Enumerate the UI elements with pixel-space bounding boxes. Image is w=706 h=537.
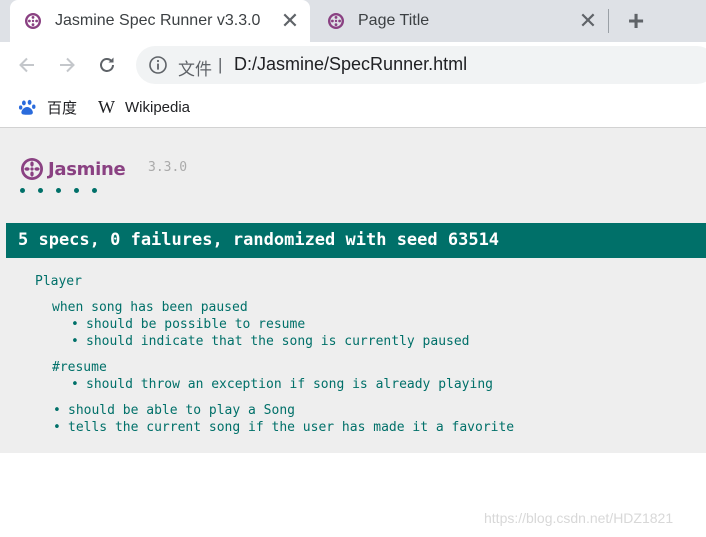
jasmine-favicon-icon (25, 13, 41, 29)
tab-close-icon[interactable]: ✕ (576, 8, 600, 33)
spec-item[interactable]: should indicate that the song is current… (86, 334, 470, 349)
baidu-paw-icon (18, 99, 36, 115)
passed-spec-dot (20, 188, 25, 193)
address-bar[interactable]: 文件 | D:/Jasmine/SpecRunner.html (136, 46, 706, 84)
arrow-right-icon (60, 57, 75, 73)
reload-icon (100, 57, 114, 72)
nested-suite-title[interactable]: when song has been paused (52, 300, 248, 315)
passed-spec-dot (74, 188, 79, 193)
bookmark-label: Wikipedia (125, 98, 191, 116)
tab-title: Jasmine Spec Runner v3.3.0 (55, 12, 261, 29)
spec-bullet: • (53, 403, 61, 418)
wikipedia-w-icon: W (98, 96, 115, 117)
tab-title: Page Title (358, 12, 430, 29)
arrow-left-icon (19, 57, 34, 73)
tab-page-title[interactable]: Page Title ✕ (313, 0, 608, 42)
jasmine-favicon-icon (328, 13, 344, 29)
back-button[interactable] (14, 52, 40, 78)
passed-spec-dot (92, 188, 97, 193)
spec-item[interactable]: tells the current song if the user has m… (68, 420, 514, 435)
tab-divider (608, 9, 609, 33)
reload-button[interactable] (94, 52, 120, 78)
passed-spec-dot (38, 188, 43, 193)
spec-bullet: • (71, 334, 79, 349)
bookmarks-bar: 百度 W Wikipedia (0, 88, 706, 128)
spec-item[interactable]: should be possible to resume (86, 317, 305, 332)
tab-close-icon[interactable]: ✕ (278, 8, 302, 33)
tab-jasmine-spec-runner[interactable]: Jasmine Spec Runner v3.3.0 ✕ (10, 0, 310, 42)
spec-bullet: • (53, 420, 61, 435)
summary-bar: 5 specs, 0 failures, randomized with see… (6, 223, 706, 258)
logo-text: Jasmine (48, 158, 126, 180)
info-icon[interactable] (148, 55, 168, 75)
passed-spec-dot (56, 188, 61, 193)
bookmark-wikipedia[interactable]: W Wikipedia (98, 96, 190, 118)
watermark: https://blog.csdn.net/HDZ1821 (484, 510, 674, 526)
new-tab-button[interactable]: + (622, 5, 650, 36)
jasmine-flower-icon (21, 158, 43, 180)
forward-button[interactable] (54, 52, 80, 78)
bookmark-baidu[interactable]: 百度 (18, 96, 77, 118)
tab-strip: Jasmine Spec Runner v3.3.0 ✕ Page Title … (0, 0, 706, 42)
spec-bullet: • (71, 317, 79, 332)
spec-status-dots (20, 188, 110, 193)
suite-title[interactable]: Player (35, 274, 82, 289)
jasmine-version: 3.3.0 (148, 160, 188, 175)
scheme-label: 文件 (178, 60, 212, 79)
bookmark-label: 百度 (47, 99, 78, 117)
spec-bullet: • (71, 377, 79, 392)
jasmine-report: Jasmine 3.3.0 5 specs, 0 failures, rando… (0, 128, 706, 453)
spec-item[interactable]: should throw an exception if song is alr… (86, 377, 493, 392)
scheme-separator: | (218, 55, 223, 74)
browser-toolbar: 文件 | D:/Jasmine/SpecRunner.html (0, 42, 706, 88)
spec-item[interactable]: should be able to play a Song (68, 403, 295, 418)
jasmine-logo[interactable]: Jasmine (20, 156, 126, 182)
nested-suite-title[interactable]: #resume (52, 360, 107, 375)
url-text[interactable]: D:/Jasmine/SpecRunner.html (234, 54, 467, 75)
